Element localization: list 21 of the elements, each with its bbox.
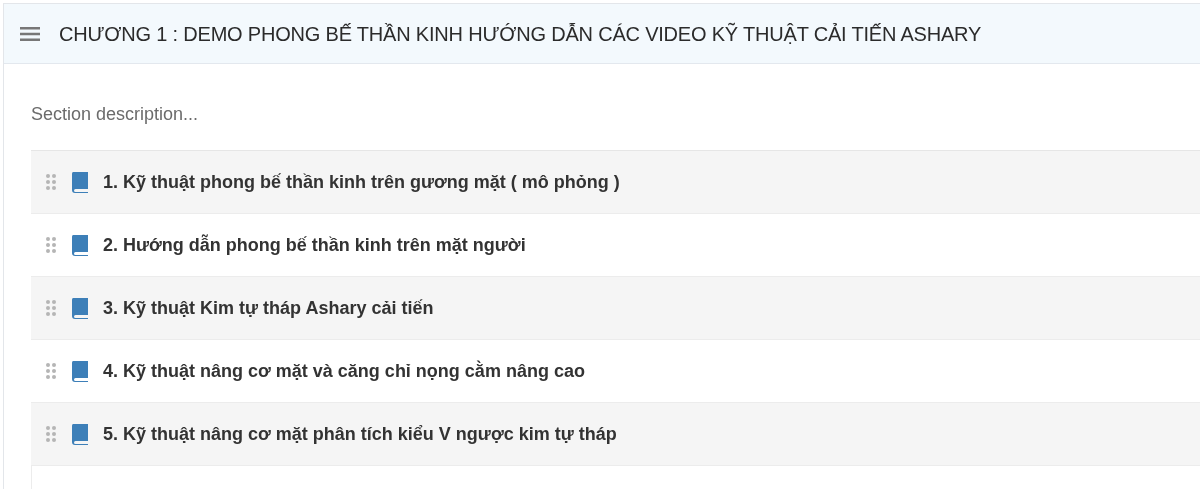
drag-handle-icon[interactable] xyxy=(45,173,57,191)
lesson-title: 4. Kỹ thuật nâng cơ mặt và căng chỉ nọng cằm nâng cao xyxy=(103,359,585,383)
section-title: CHƯƠNG 1 : DEMO PHONG BẾ THẦN KINH HƯỚNG DẪN CÁC VIDEO KỸ THUẬT CẢI TIẾN ASHARY xyxy=(59,21,982,47)
lesson-title: 1. Kỹ thuật phong bế thần kinh trên gương mặt ( mô phỏng ) xyxy=(103,170,620,194)
drag-handle-icon[interactable] xyxy=(45,425,57,443)
lesson-title: 2. Hướng dẫn phong bế thần kinh trên mặt người xyxy=(103,233,526,257)
book-icon xyxy=(70,423,90,445)
lesson-title: 3. Kỹ thuật Kim tự tháp Ashary cải tiến xyxy=(103,296,434,320)
lesson-title: 5. Kỹ thuật nâng cơ mặt phân tích kiểu V ngược kim tự tháp xyxy=(103,422,617,446)
menu-icon[interactable] xyxy=(19,25,41,42)
lesson-row[interactable]: 1. Kỹ thuật phong bế thần kinh trên gương mặt ( mô phỏng ) xyxy=(31,151,1200,214)
drag-handle-icon[interactable] xyxy=(45,236,57,254)
lesson-row[interactable]: 3. Kỹ thuật Kim tự tháp Ashary cải tiến xyxy=(31,277,1200,340)
section-description: Section description... xyxy=(31,103,200,126)
book-icon xyxy=(70,234,90,256)
book-icon xyxy=(70,297,90,319)
drag-handle-icon[interactable] xyxy=(45,299,57,317)
drag-handle-icon[interactable] xyxy=(45,362,57,380)
book-icon xyxy=(70,171,90,193)
book-icon xyxy=(70,360,90,382)
lesson-row[interactable]: 5. Kỹ thuật nâng cơ mặt phân tích kiểu V ngược kim tự tháp xyxy=(31,403,1200,466)
